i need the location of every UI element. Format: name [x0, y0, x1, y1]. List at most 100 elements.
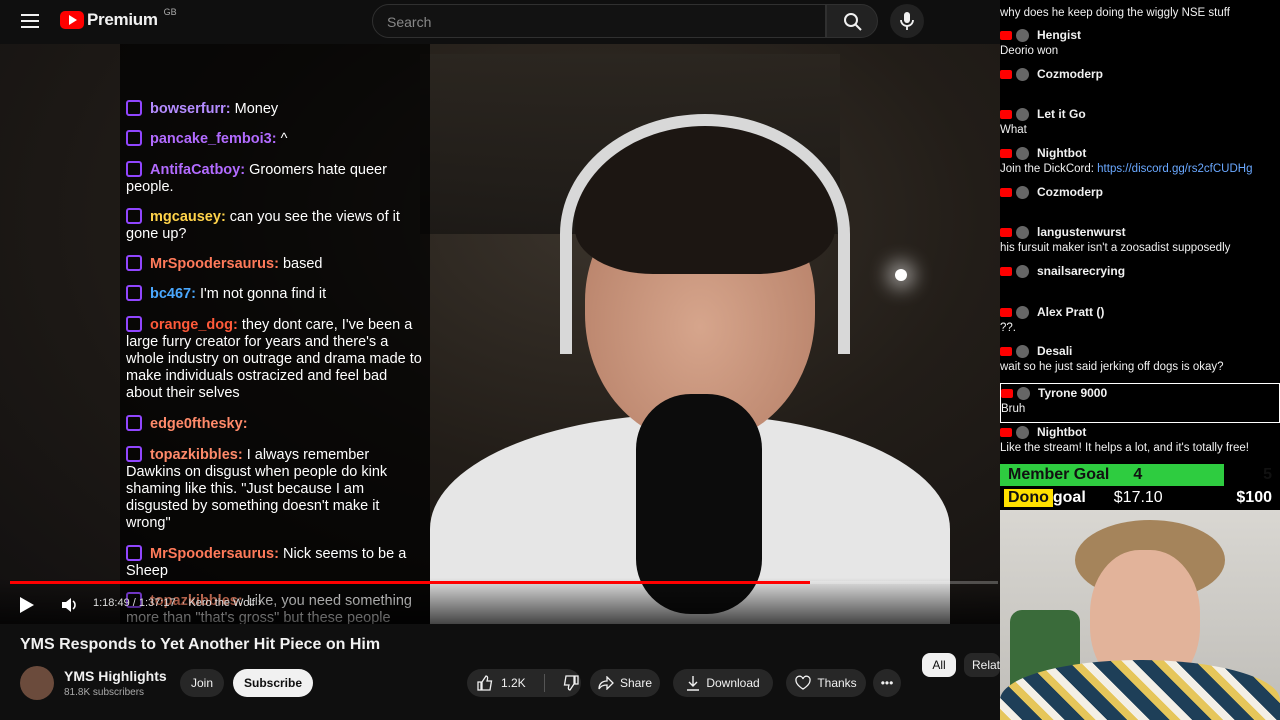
overlay-chat-username: AntifaCatboy: [150, 162, 241, 178]
stream-chat-message: Cozmoderp: [1000, 183, 1280, 201]
dono-goal-target: $100: [1236, 489, 1272, 506]
thanks-button[interactable]: Thanks: [786, 669, 866, 697]
overlay-chat-username: mgcausey: [150, 209, 221, 225]
chip-all[interactable]: All: [922, 653, 956, 677]
message-header: Cozmoderp: [1000, 183, 1280, 201]
member-goal-bar: Member Goal 4 5: [1000, 464, 1280, 486]
stream-chat-username: Cozmoderp: [1037, 67, 1103, 81]
twitch-icon: [126, 255, 142, 271]
stream-chat-message: Nightbot Join the DickCord: https://disco…: [1000, 144, 1280, 176]
stream-chat-username: Alex Pratt (): [1037, 305, 1105, 319]
stream-chat-message: Nightbot Like the stream! It helps a lot,…: [1000, 423, 1280, 455]
share-button[interactable]: Share: [590, 669, 660, 697]
play-button[interactable]: [20, 597, 34, 613]
more-icon: •••: [880, 676, 894, 690]
download-button[interactable]: Download: [673, 669, 773, 697]
progress-bar[interactable]: [10, 581, 998, 584]
youtube-badge-icon: [1000, 187, 1012, 197]
user-avatar-icon: [1016, 146, 1029, 160]
country-code: GB: [163, 7, 177, 17]
stream-chat-message: Desali wait so he just said jerking off d…: [1000, 342, 1280, 374]
stream-chat-text: wait so he just said jerking off dogs is…: [1000, 360, 1280, 374]
stream-chat-message: snailsarecrying: [1000, 262, 1280, 280]
more-actions-button[interactable]: •••: [873, 669, 901, 697]
stream-chat-text-body: Like the stream! It helps a lot, and it'…: [1000, 442, 1249, 454]
thumbs-up-icon: [477, 675, 493, 691]
channel-avatar[interactable]: [20, 666, 54, 700]
twitch-icon: [126, 285, 142, 301]
stream-chat-text-body: why does he keep doing the wiggly NSE st…: [1000, 7, 1230, 19]
share-icon: [598, 676, 614, 690]
download-icon: [687, 676, 700, 691]
stream-chat-text-body: ??.: [1000, 322, 1016, 334]
chip-all-label: All: [932, 658, 946, 672]
channel-name[interactable]: YMS Highlights: [64, 668, 167, 684]
stream-chat-text-body: Deorio won: [1000, 45, 1059, 57]
youtube-badge-icon: [1001, 388, 1013, 398]
user-avatar-icon: [1016, 225, 1029, 239]
overlay-chat-message: MrSpoodersaurus: Nick seems to be a Shee…: [126, 545, 426, 580]
like-button[interactable]: 1.2K: [477, 675, 526, 691]
video-player[interactable]: bowserfurr: Money pancake_femboi3: ^ Antif…: [0, 44, 1000, 624]
overlay-chat-message: mgcausey: can you see the views of it go…: [126, 208, 426, 243]
overlay-chat-username: bowserfurr: [150, 101, 226, 117]
overlay-chat-username: MrSpoodersaurus: [150, 546, 275, 562]
twitch-icon: [126, 316, 142, 332]
join-label: Join: [190, 676, 213, 690]
discord-link[interactable]: https://discord.gg/rs2cfCUDHg: [1097, 163, 1252, 175]
twitch-icon: [126, 446, 142, 462]
thanks-label: Thanks: [817, 676, 857, 690]
overlay-chat-username: MrSpoodersaurus: [150, 256, 275, 272]
stream-chat-username: Nightbot: [1037, 425, 1087, 439]
overlay-chat-message: orange_dog: they dont care, I've been a …: [126, 316, 426, 402]
stream-chat-text: why does he keep doing the wiggly NSE st…: [1000, 6, 1280, 20]
join-button[interactable]: Join: [180, 669, 224, 697]
search-button[interactable]: [826, 4, 878, 38]
hamburger-menu-icon[interactable]: [18, 10, 42, 34]
stream-chat-message: Tyrone 9000 Bruh: [1000, 383, 1280, 423]
youtube-premium-logo[interactable]: Premium GB: [60, 7, 177, 30]
dono-goal-bar: Dono goal $17.10 $100: [1000, 487, 1280, 509]
youtube-badge-icon: [1000, 307, 1012, 317]
user-avatar-icon: [1016, 28, 1029, 42]
message-header: Desali: [1000, 342, 1280, 360]
dono-goal-label: goal: [1052, 489, 1086, 506]
stream-chat-text: ??.: [1000, 321, 1280, 335]
member-goal-label: Member Goal: [1008, 466, 1110, 483]
current-time: 1:18:49: [93, 597, 130, 609]
thumbs-down-icon[interactable]: [563, 675, 579, 691]
overlay-chat-username: topazkibbles: [150, 447, 238, 463]
overlay-chat-text: based: [278, 256, 323, 272]
message-header: Cozmoderp: [1000, 65, 1280, 83]
video-title: YMS Responds to Yet Another Hit Piece on…: [20, 636, 381, 653]
stream-chat-text-body: wait so he just said jerking off dogs is…: [1000, 361, 1224, 373]
message-header: snailsarecrying: [1000, 262, 1280, 280]
voice-search-button[interactable]: [890, 4, 924, 38]
stream-chat-username: Tyrone 9000: [1038, 386, 1108, 400]
stream-chat-text: his fursuit maker isn't a zoosadist supp…: [1000, 241, 1280, 255]
stream-chat-text-body: Bruh: [1001, 403, 1026, 415]
stream-chat-text: Like the stream! It helps a lot, and it'…: [1000, 441, 1280, 455]
search-input[interactable]: Search: [372, 4, 826, 38]
like-count: 1.2K: [501, 676, 526, 690]
chip-related[interactable]: Relat: [964, 653, 1000, 677]
progress-fill: [10, 581, 811, 584]
youtube-badge-icon: [1000, 427, 1012, 437]
member-goal-current: 4: [1133, 466, 1143, 483]
message-header: Nightbot: [1000, 144, 1280, 162]
divider: [543, 674, 545, 692]
stream-chat-username: Cozmoderp: [1037, 185, 1103, 199]
user-avatar-icon: [1017, 386, 1030, 400]
subscribe-button[interactable]: Subscribe: [233, 669, 313, 697]
overlay-chat-username: orange_dog: [150, 317, 233, 333]
stream-chat-message: langustenwurst his fursuit maker isn't a …: [1000, 223, 1280, 255]
stream-chat-message: Alex Pratt ()??.: [1000, 303, 1280, 335]
stream-chat-message: Cozmoderp: [1000, 65, 1280, 83]
stream-chat-username: Nightbot: [1037, 146, 1087, 160]
overlay-chat-message: edge0fthesky:: [126, 415, 426, 433]
volume-icon[interactable]: [60, 596, 78, 614]
headphones: [560, 114, 850, 354]
chapter-title[interactable]: Kero the Wolf: [188, 597, 254, 609]
background-light: [895, 269, 907, 281]
share-label: Share: [619, 676, 653, 690]
